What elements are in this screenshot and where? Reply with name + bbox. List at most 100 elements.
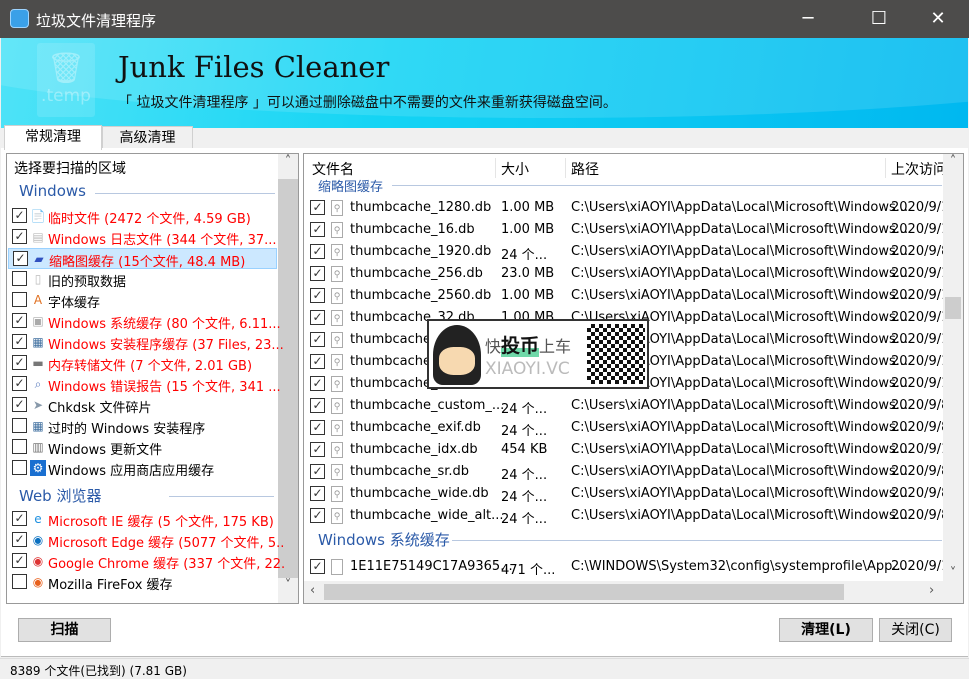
scan-area-item[interactable]: ✓ ▦ Windows 安装程序缓存 (37 Files, 23...	[8, 332, 284, 353]
checkbox[interactable]: ✓	[310, 398, 325, 413]
checkbox[interactable]: ✓	[310, 442, 325, 457]
scan-area-item[interactable]: ✓ ◉ Microsoft Edge 缓存 (5077 个文件, 5..	[8, 530, 284, 551]
checkbox[interactable]: ✓	[310, 486, 325, 501]
file-row[interactable]: ✓ ⚲ thumbcache_exif.db 24 个... C:\Users\…	[304, 417, 949, 439]
checkbox[interactable]: ✓	[310, 200, 325, 215]
file-row[interactable]: ✓ ⚲ thumbcache_16.db 1.00 MB C:\Users\xi…	[304, 219, 949, 241]
checkbox[interactable]: ✓	[12, 397, 27, 412]
checkbox[interactable]: ✓	[12, 334, 27, 349]
scan-area-item[interactable]: ✓ ⌕ Windows 错误报告 (15 个文件, 341 ...	[8, 374, 281, 395]
file-row[interactable]: ✓ ⚲ thumbcache_1280.db 1.00 MB C:\Users\…	[304, 197, 949, 219]
cartoon-avatar	[433, 325, 481, 385]
file-icon: ⚲	[331, 486, 343, 502]
checkbox[interactable]	[12, 292, 27, 307]
horizontal-scrollbar[interactable]: ‹ ›	[304, 581, 963, 603]
file-row[interactable]: ✓ ⚲ thumbcache_wide_alt... 24 个... C:\Us…	[304, 505, 949, 527]
checkbox[interactable]: ✓	[310, 420, 325, 435]
file-last-access: 2020/9/1	[891, 376, 950, 391]
file-row[interactable]: ✓ ⚲ thumbcache_sr.db 24 个... C:\Users\xi…	[304, 461, 949, 483]
scan-area-label: Microsoft IE 缓存 (5 个文件, 175 KB)	[48, 515, 274, 530]
scan-area-item[interactable]: ✓ e Microsoft IE 缓存 (5 个文件, 175 KB)	[8, 509, 277, 530]
column-size[interactable]: 大小	[501, 159, 529, 179]
tab-advanced-clean[interactable]: 高级清理	[102, 126, 193, 149]
checkbox[interactable]: ✓	[12, 511, 27, 526]
checkbox[interactable]: ✓	[13, 251, 28, 266]
installer-icon: ▦	[32, 335, 44, 349]
file-row[interactable]: ✓ ⚲ thumbcache_custom_... 24 个... C:\Use…	[304, 395, 949, 417]
file-row[interactable]: ✓ ⚲ thumbcache_1920.db 24 个... C:\Users\…	[304, 241, 949, 263]
scan-area-label: Mozilla FireFox 缓存	[48, 578, 173, 593]
file-icon: ⚲	[331, 354, 343, 370]
file-row[interactable]: ✓ ⚲ thumbcache_idx.db 454 KB C:\Users\xi…	[304, 439, 949, 461]
scan-area-item[interactable]: ✓ ◉ Google Chrome 缓存 (337 个文件, 22.	[8, 551, 285, 572]
scan-area-item[interactable]: ✓ ▣ Windows 系统缓存 (80 个文件, 6.11...	[8, 311, 281, 332]
checkbox[interactable]: ✓	[12, 532, 27, 547]
scan-area-label: 过时的 Windows 安装程序	[48, 422, 206, 437]
checkbox[interactable]	[12, 418, 27, 433]
checkbox[interactable]: ✓	[12, 313, 27, 328]
checkbox[interactable]: ✓	[310, 332, 325, 347]
scan-area-item[interactable]: ▦ 过时的 Windows 安装程序	[8, 416, 277, 437]
checkbox[interactable]: ✓	[310, 310, 325, 325]
checkbox[interactable]: ✓	[310, 222, 325, 237]
column-path[interactable]: 路径	[571, 159, 599, 179]
horizontal-scroll-thumb[interactable]	[324, 584, 844, 600]
file-icon: ⚲	[331, 332, 343, 348]
column-last-access[interactable]: 上次访问	[891, 159, 944, 179]
scan-area-item[interactable]: ✓ ▰ 缩略图缓存 (15个文件, 48.4 MB)	[8, 248, 277, 270]
right-vertical-scrollbar[interactable]: ˄ ˅	[943, 154, 963, 581]
checkbox[interactable]	[12, 271, 27, 286]
file-row[interactable]: ✓ 1E11E75149C17A9365... 471 个... C:\WIND…	[304, 556, 949, 578]
scan-area-item[interactable]: ✓ ▬ 内存转储文件 (7 个文件, 2.01 GB)	[8, 353, 277, 374]
close-button[interactable]: ✕	[915, 0, 961, 38]
scan-area-item[interactable]: ◉ Mozilla FireFox 缓存	[8, 572, 277, 593]
file-row[interactable]: ✓ ⚲ thumbcache_wide.db 24 个... C:\Users\…	[304, 483, 949, 505]
checkbox[interactable]: ✓	[310, 508, 325, 523]
file-row[interactable]: ✓ ⚲ thumbcache_2560.db 1.00 MB C:\Users\…	[304, 285, 949, 307]
scan-area-item[interactable]: ✓ 📄 临时文件 (2472 个文件, 4.59 GB)	[8, 206, 277, 227]
file-row[interactable]: ✓ ⚲ thumbcache_256.db 23.0 MB C:\Users\x…	[304, 263, 949, 285]
file-last-access: 2020/9/8	[891, 464, 950, 479]
checkbox[interactable]: ✓	[310, 376, 325, 391]
maximize-button[interactable]: ☐	[856, 0, 902, 38]
scan-area-item[interactable]: A 字体缓存	[8, 290, 277, 311]
column-header: 文件名 大小 路径 上次访问	[304, 154, 944, 181]
scan-area-item[interactable]: ▥ Windows 更新文件	[8, 437, 277, 458]
file-name: thumbcache_idx.db	[350, 442, 478, 457]
file-last-access: 2020/9/8	[891, 398, 950, 413]
checkbox[interactable]	[12, 574, 27, 589]
tab-general-clean[interactable]: 常规清理	[4, 125, 102, 150]
file-icon: ⚲	[331, 244, 343, 260]
title-bar: 垃圾文件清理程序 ─ ☐ ✕	[0, 0, 969, 38]
checkbox[interactable]	[12, 439, 27, 454]
checkbox[interactable]: ✓	[310, 559, 325, 574]
minimize-button[interactable]: ─	[785, 0, 831, 38]
scan-button[interactable]: 扫描	[18, 618, 111, 642]
scan-area-item[interactable]: ✓ ▤ Windows 日志文件 (344 个文件, 37...	[8, 227, 277, 248]
checkbox[interactable]	[12, 460, 27, 475]
checkbox[interactable]: ✓	[12, 208, 27, 223]
file-name: thumbcache_wide.db	[350, 486, 489, 501]
file-size: 454 KB	[501, 442, 548, 457]
checkbox[interactable]: ✓	[12, 355, 27, 370]
checkbox[interactable]: ✓	[310, 244, 325, 259]
temp-file-icon: 📄	[30, 209, 46, 223]
checkbox[interactable]: ✓	[310, 354, 325, 369]
scan-area-label: Windows 日志文件 (344 个文件, 37...	[48, 233, 277, 248]
checkbox[interactable]: ✓	[310, 288, 325, 303]
watermark-overlay: 快投币上车 XIAOYI.VC	[427, 319, 649, 389]
watermark-site: XIAOYI.VC	[485, 359, 570, 379]
checkbox[interactable]: ✓	[12, 376, 27, 391]
close-dialog-button[interactable]: 关闭(C)	[879, 618, 952, 642]
scan-area-item[interactable]: ⚙ Windows 应用商店应用缓存	[8, 458, 277, 479]
checkbox[interactable]: ✓	[12, 553, 27, 568]
checkbox[interactable]: ✓	[310, 464, 325, 479]
checkbox[interactable]: ✓	[310, 266, 325, 281]
file-path: C:\Users\xiAOYI\AppData\Local\Microsoft\…	[571, 420, 909, 435]
scan-area-item[interactable]: ▯ 旧的预取数据	[8, 269, 277, 290]
clean-button[interactable]: 清理(L)	[779, 618, 873, 642]
checkbox[interactable]: ✓	[12, 229, 27, 244]
scan-area-item[interactable]: ✓ ➤ Chkdsk 文件碎片	[8, 395, 277, 416]
vertical-scroll-thumb[interactable]	[945, 297, 961, 319]
error-report-icon: ⌕	[34, 377, 42, 391]
